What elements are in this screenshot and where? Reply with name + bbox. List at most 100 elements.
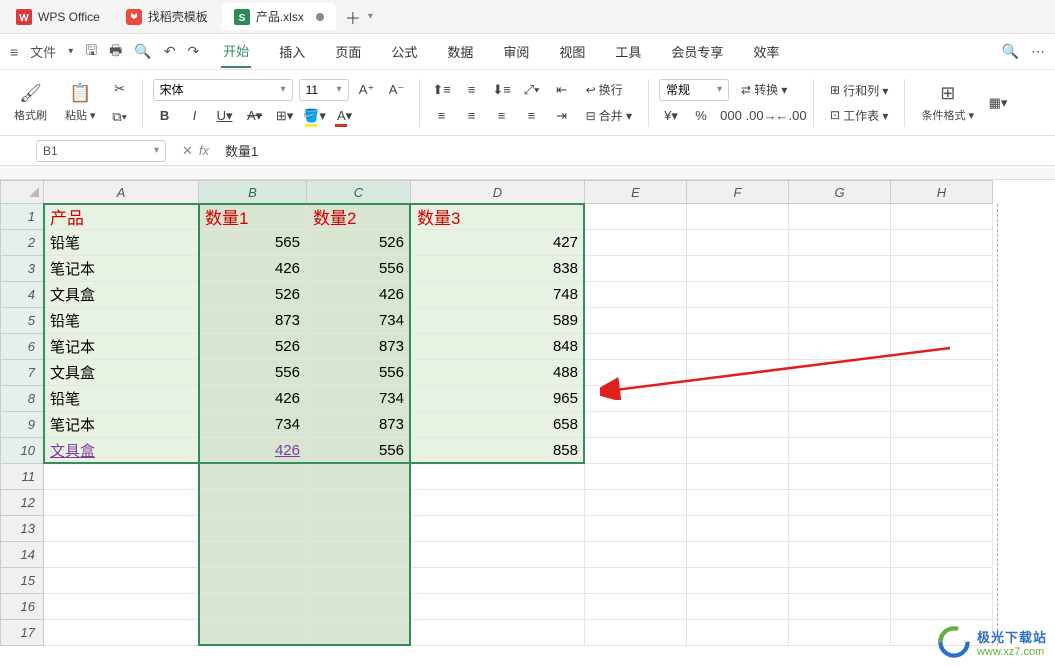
col-header-D[interactable]: D xyxy=(411,180,585,204)
tab-formula[interactable]: 公式 xyxy=(389,36,419,67)
cell-D5[interactable]: 589 xyxy=(411,308,585,334)
cell-E6[interactable] xyxy=(585,334,687,360)
cell-C11[interactable] xyxy=(307,464,411,490)
font-name-select[interactable]: 宋体 ▾ xyxy=(153,79,293,101)
cell-B12[interactable] xyxy=(199,490,307,516)
orientation-icon[interactable]: ⤢▾ xyxy=(520,79,544,101)
cell-F10[interactable] xyxy=(687,438,789,464)
cell-C9[interactable]: 873 xyxy=(307,412,411,438)
increase-font-icon[interactable]: A⁺ xyxy=(355,79,379,101)
row-header-12[interactable]: 12 xyxy=(0,490,44,516)
paste-button[interactable]: 📋 粘贴 ▾ xyxy=(65,83,96,123)
cell-B7[interactable]: 556 xyxy=(199,360,307,386)
row-header-8[interactable]: 8 xyxy=(0,386,44,412)
cell-A7[interactable]: 文具盒 xyxy=(44,360,199,386)
row-header-7[interactable]: 7 xyxy=(0,360,44,386)
cell-H16[interactable] xyxy=(891,594,993,620)
cell-D12[interactable] xyxy=(411,490,585,516)
cell-G14[interactable] xyxy=(789,542,891,568)
cell-E11[interactable] xyxy=(585,464,687,490)
cell-C6[interactable]: 873 xyxy=(307,334,411,360)
cell-E9[interactable] xyxy=(585,412,687,438)
cell-B5[interactable]: 873 xyxy=(199,308,307,334)
cell-A12[interactable] xyxy=(44,490,199,516)
cell-D11[interactable] xyxy=(411,464,585,490)
tab-efficiency[interactable]: 效率 xyxy=(751,36,781,67)
cell-C15[interactable] xyxy=(307,568,411,594)
cell-G8[interactable] xyxy=(789,386,891,412)
cell-B9[interactable]: 734 xyxy=(199,412,307,438)
increase-decimal-icon[interactable]: ←.00 xyxy=(779,105,803,127)
cell-F15[interactable] xyxy=(687,568,789,594)
cell-A8[interactable]: 铅笔 xyxy=(44,386,199,412)
cell-C7[interactable]: 556 xyxy=(307,360,411,386)
undo-icon[interactable]: ↶ xyxy=(164,43,176,60)
col-header-E[interactable]: E xyxy=(585,180,687,204)
template-tab[interactable]: 找稻壳模板 xyxy=(114,3,220,30)
cell-H15[interactable] xyxy=(891,568,993,594)
col-header-H[interactable]: H xyxy=(891,180,993,204)
tab-tools[interactable]: 工具 xyxy=(613,36,643,67)
save-icon[interactable]: 🖫 xyxy=(85,40,97,64)
cell-C12[interactable] xyxy=(307,490,411,516)
row-header-9[interactable]: 9 xyxy=(0,412,44,438)
search-icon[interactable]: 🔍 xyxy=(1002,43,1019,60)
align-middle-icon[interactable]: ≡ xyxy=(460,79,484,101)
cell-B1[interactable]: 数量1 xyxy=(199,204,307,230)
cut-icon[interactable]: ✂ xyxy=(108,78,132,100)
cell-H6[interactable] xyxy=(891,334,993,360)
cell-B11[interactable] xyxy=(199,464,307,490)
cell-B4[interactable]: 526 xyxy=(199,282,307,308)
cell-A15[interactable] xyxy=(44,568,199,594)
cell-G3[interactable] xyxy=(789,256,891,282)
cell-C14[interactable] xyxy=(307,542,411,568)
cell-E5[interactable] xyxy=(585,308,687,334)
cell-C2[interactable]: 526 xyxy=(307,230,411,256)
cell-G16[interactable] xyxy=(789,594,891,620)
font-color-button[interactable]: A▾ xyxy=(333,105,357,127)
cell-D13[interactable] xyxy=(411,516,585,542)
cell-A11[interactable] xyxy=(44,464,199,490)
cell-F14[interactable] xyxy=(687,542,789,568)
bold-button[interactable]: B xyxy=(153,105,177,127)
justify-icon[interactable]: ≡ xyxy=(520,105,544,127)
cell-F13[interactable] xyxy=(687,516,789,542)
cell-C17[interactable] xyxy=(307,620,411,646)
worksheet-button[interactable]: ⊡ 工作表 ▾ xyxy=(824,105,894,126)
cell-G7[interactable] xyxy=(789,360,891,386)
cell-D8[interactable]: 965 xyxy=(411,386,585,412)
row-header-6[interactable]: 6 xyxy=(0,334,44,360)
cell-H2[interactable] xyxy=(891,230,993,256)
cell-H9[interactable] xyxy=(891,412,993,438)
cell-H10[interactable] xyxy=(891,438,993,464)
cell-E17[interactable] xyxy=(585,620,687,646)
number-format-select[interactable]: 常规 ▾ xyxy=(659,79,729,101)
cell-D17[interactable] xyxy=(411,620,585,646)
cell-D3[interactable]: 838 xyxy=(411,256,585,282)
cell-C13[interactable] xyxy=(307,516,411,542)
cell-C4[interactable]: 426 xyxy=(307,282,411,308)
cell-F4[interactable] xyxy=(687,282,789,308)
cell-B17[interactable] xyxy=(199,620,307,646)
cell-H12[interactable] xyxy=(891,490,993,516)
cell-A10[interactable]: 文具盒 xyxy=(44,438,199,464)
cell-B8[interactable]: 426 xyxy=(199,386,307,412)
cell-B3[interactable]: 426 xyxy=(199,256,307,282)
comma-icon[interactable]: 000 xyxy=(719,105,743,127)
cell-C3[interactable]: 556 xyxy=(307,256,411,282)
cell-C8[interactable]: 734 xyxy=(307,386,411,412)
cell-C10[interactable]: 556 xyxy=(307,438,411,464)
cell-B15[interactable] xyxy=(199,568,307,594)
cell-F17[interactable] xyxy=(687,620,789,646)
cell-G1[interactable] xyxy=(789,204,891,230)
cell-F6[interactable] xyxy=(687,334,789,360)
row-header-3[interactable]: 3 xyxy=(0,256,44,282)
strikethrough-button[interactable]: A▾ xyxy=(243,105,267,127)
cell-H8[interactable] xyxy=(891,386,993,412)
align-center-icon[interactable]: ≡ xyxy=(460,105,484,127)
cell-F12[interactable] xyxy=(687,490,789,516)
cell-A9[interactable]: 笔记本 xyxy=(44,412,199,438)
cells-area[interactable]: 产品数量1数量2数量3铅笔565526427笔记本426556838文具盒526… xyxy=(44,204,993,646)
row-header-4[interactable]: 4 xyxy=(0,282,44,308)
tab-data[interactable]: 数据 xyxy=(445,36,475,67)
